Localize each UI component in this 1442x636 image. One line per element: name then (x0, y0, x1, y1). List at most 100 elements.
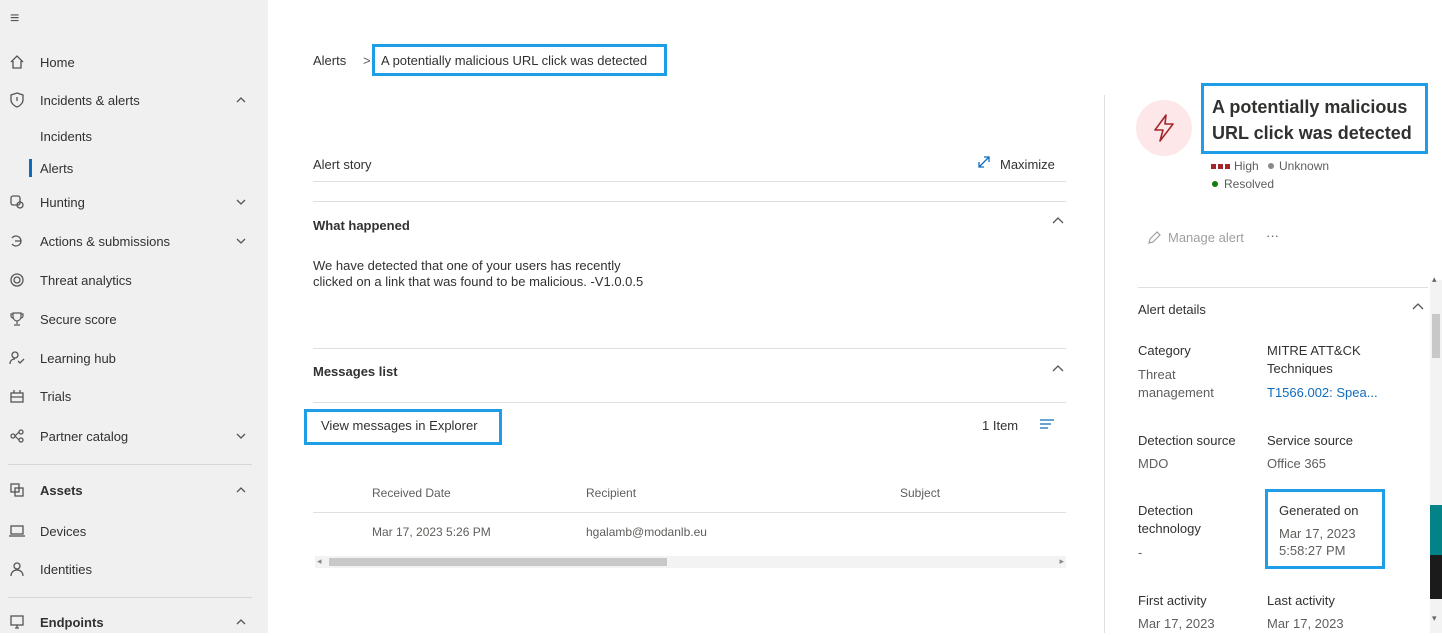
messages-list-heading: Messages list (313, 364, 398, 379)
sidebar-item-incidents-alerts[interactable]: Incidents & alerts (0, 86, 268, 114)
sidebar-item-label: Assets (40, 482, 83, 498)
endpoints-icon (10, 615, 24, 629)
hunting-icon (10, 195, 24, 209)
chevron-up-icon[interactable] (1410, 298, 1426, 314)
detection-technology-value: - (1138, 545, 1143, 560)
sidebar-item-label: Trials (40, 388, 72, 404)
chevron-up-icon[interactable] (234, 93, 248, 107)
horizontal-scrollbar[interactable]: ◂ ▸ (315, 556, 1066, 568)
status-unknown-dot (1268, 163, 1274, 169)
alert-story-heading: Alert story (313, 157, 372, 172)
service-source-value: Office 365 (1267, 456, 1327, 471)
chevron-up-icon[interactable] (234, 615, 248, 629)
panel-divider (1104, 95, 1105, 633)
status-resolved-label: Resolved (1224, 177, 1275, 191)
sidebar-item-devices[interactable]: Devices (0, 517, 268, 545)
scrollbar-thumb[interactable] (329, 558, 667, 566)
generated-on-label: Generated on (1279, 503, 1359, 518)
divider (313, 512, 1066, 513)
manage-alert-button[interactable]: Manage alert (1146, 228, 1256, 248)
sidebar-item-endpoints[interactable]: Endpoints (0, 608, 268, 636)
view-messages-in-explorer-link[interactable]: View messages in Explorer (321, 418, 478, 433)
sidebar-item-label: Alerts (40, 160, 74, 176)
alert-main-content: Alerts > A potentially malicious URL cli… (268, 0, 1104, 633)
chevron-down-icon[interactable] (234, 195, 248, 209)
chevron-up-icon[interactable] (1050, 212, 1066, 228)
scroll-up-icon[interactable]: ▴ (1432, 274, 1437, 285)
sidebar-item-trials[interactable]: Trials (0, 382, 268, 410)
status-resolved-dot (1212, 181, 1218, 187)
category-value-line2: management (1138, 385, 1214, 400)
sidebar-item-label: Endpoints (40, 614, 104, 630)
teal-side-tab[interactable] (1430, 505, 1442, 555)
divider (313, 181, 1066, 182)
list-options-icon[interactable] (1038, 416, 1056, 432)
sidebar-item-learning-hub[interactable]: Learning hub (0, 344, 268, 372)
mitre-label-line1: MITRE ATT&CK (1267, 343, 1361, 358)
sidebar-item-hunting[interactable]: Hunting (0, 188, 268, 216)
sidebar-item-home[interactable]: Home (0, 48, 268, 76)
column-header-received-date[interactable]: Received Date (372, 486, 451, 500)
scrollbar-thumb[interactable] (1432, 314, 1440, 358)
sidebar-item-secure-score[interactable]: Secure score (0, 305, 268, 333)
sidebar-item-actions-submissions[interactable]: Actions & submissions (0, 227, 268, 255)
scroll-right-icon[interactable]: ▸ (1059, 556, 1064, 567)
sidebar-item-partner-catalog[interactable]: Partner catalog (0, 422, 268, 450)
divider (313, 201, 1066, 202)
sidebar-divider (8, 464, 252, 465)
maximize-label: Maximize (1000, 157, 1055, 172)
what-happened-text-line1: We have detected that one of your users … (313, 258, 621, 273)
severity-bar (1211, 164, 1216, 169)
chevron-up-icon[interactable] (234, 483, 248, 497)
breadcrumb-alerts-link[interactable]: Alerts (313, 53, 346, 68)
home-icon (10, 55, 24, 69)
divider (313, 402, 1066, 403)
first-activity-value: Mar 17, 2023 (1138, 616, 1215, 631)
generated-on-time: 5:58:27 PM (1279, 543, 1346, 558)
sidebar-item-identities[interactable]: Identities (0, 555, 268, 583)
trophy-icon (10, 312, 24, 326)
cell-received-date: Mar 17, 2023 5:26 PM (372, 525, 491, 539)
generated-on-date: Mar 17, 2023 (1279, 526, 1356, 541)
sidebar-item-label: Incidents (40, 128, 93, 144)
sidebar-item-threat-analytics[interactable]: Threat analytics (0, 266, 268, 294)
trials-icon (10, 390, 24, 403)
detection-technology-label-line1: Detection (1138, 503, 1193, 518)
manage-alert-label: Manage alert (1168, 230, 1244, 245)
chevron-down-icon[interactable] (234, 234, 248, 248)
sidebar-item-label: Home (40, 54, 75, 70)
sidebar-item-label: Incidents & alerts (40, 92, 140, 108)
column-header-recipient[interactable]: Recipient (586, 486, 636, 500)
sidebar-item-label: Threat analytics (40, 272, 132, 288)
sidebar-item-assets[interactable]: Assets (0, 476, 268, 504)
devices-icon (9, 525, 25, 537)
expand-arrow-icon (978, 156, 990, 168)
panel-title-line2: URL click was detected (1212, 123, 1412, 143)
sidebar-item-alerts[interactable]: Alerts (0, 154, 268, 182)
scroll-left-icon[interactable]: ◂ (317, 556, 322, 567)
alert-details-panel: A potentially malicious URL click was de… (1104, 0, 1442, 633)
scroll-down-icon[interactable]: ▾ (1432, 613, 1437, 624)
detection-technology-label-line2: technology (1138, 521, 1201, 536)
threat-analytics-icon (10, 273, 24, 287)
breadcrumb-current: A potentially malicious URL click was de… (381, 53, 648, 68)
column-header-subject[interactable]: Subject (900, 486, 940, 500)
chevron-down-icon[interactable] (234, 429, 248, 443)
severity-bar (1218, 164, 1223, 169)
mitre-technique-link[interactable]: T1566.002: Spea... (1267, 385, 1378, 400)
actions-icon (11, 235, 22, 247)
sidebar-item-label: Identities (40, 561, 93, 577)
panel-vertical-scrollbar[interactable]: ▴ ▾ (1430, 274, 1442, 633)
last-activity-value: Mar 17, 2023 (1267, 616, 1344, 631)
sidebar-divider (8, 597, 252, 598)
sidebar-item-incidents[interactable]: Incidents (0, 122, 268, 150)
maximize-button[interactable]: Maximize (976, 152, 1066, 174)
last-activity-label: Last activity (1267, 593, 1335, 608)
chevron-up-icon[interactable] (1050, 360, 1066, 376)
dark-side-tab[interactable] (1430, 555, 1442, 599)
hamburger-menu-icon[interactable]: ≡ (10, 10, 19, 28)
detection-source-label: Detection source (1138, 433, 1236, 448)
detection-source-value: MDO (1138, 456, 1169, 471)
lightning-bolt-icon (1154, 114, 1174, 142)
more-options-button[interactable]: ··· (1266, 228, 1279, 243)
